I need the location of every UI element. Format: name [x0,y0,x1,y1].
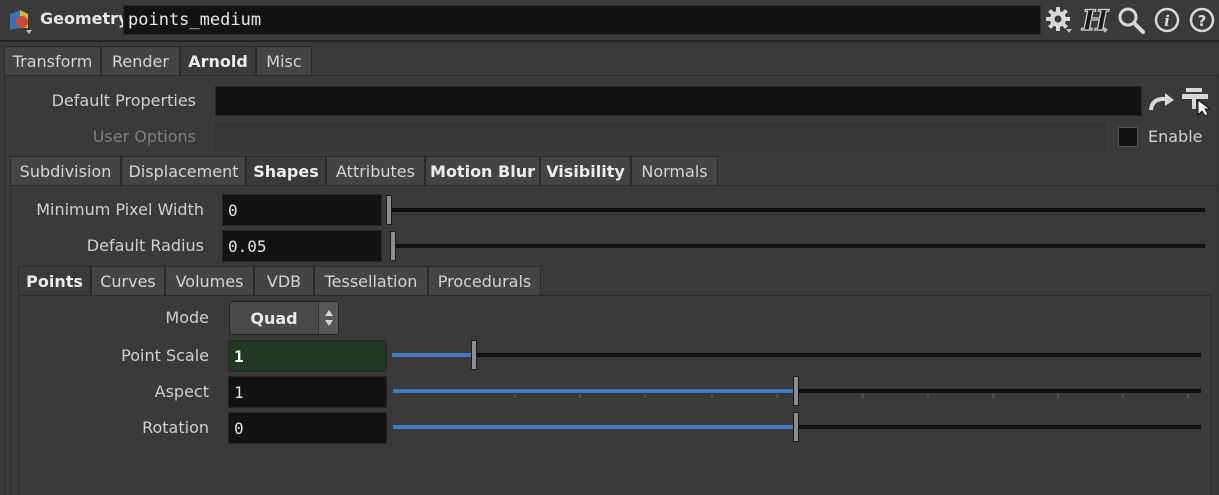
tab-volumes[interactable]: Volumes [165,266,254,296]
default-properties-label: Default Properties [51,91,196,110]
aspect-slider-handle[interactable] [793,376,799,406]
svg-text:?: ? [1198,12,1207,30]
header-divider [0,40,1219,42]
point-scale-slider-fill [392,353,472,357]
houdini-h-icon[interactable]: H [1080,5,1110,35]
mode-dropdown[interactable]: Quad [229,301,339,335]
tab-motion-blur[interactable]: Motion Blur [425,156,540,186]
min-pixel-width-field[interactable]: 0 [222,194,382,226]
default-radius-slider[interactable] [392,244,1205,248]
node-name-field[interactable]: points_medium [123,5,1041,35]
mode-label: Mode [165,308,209,327]
geometry-node-icon[interactable] [6,6,36,36]
svg-text:i: i [1164,12,1170,30]
default-radius-slider-handle[interactable] [390,231,396,261]
aspect-label: Aspect [154,382,209,401]
search-icon[interactable] [1116,5,1146,35]
tab-misc[interactable]: Misc [256,46,312,76]
rotation-slider-fill [393,425,795,429]
tab-subdivision[interactable]: Subdivision [10,156,121,186]
tab-shapes[interactable]: Shapes [246,156,326,186]
enable-label: Enable [1148,127,1203,146]
default-properties-field[interactable] [215,86,1142,116]
min-pixel-width-slider[interactable] [388,208,1205,212]
tab-render[interactable]: Render [101,46,180,76]
parameter-header: Geometry points_medium H i ? [0,0,1219,40]
tab-transform[interactable]: Transform [4,46,101,76]
tab-points[interactable]: Points [18,266,91,296]
tab-visibility[interactable]: Visibility [540,156,631,186]
point-scale-label: Point Scale [121,346,209,365]
default-radius-field[interactable]: 0.05 [222,230,382,262]
tab-arnold[interactable]: Arnold [180,46,256,76]
gear-icon[interactable] [1044,5,1074,35]
tab-vdb[interactable]: VDB [254,266,314,296]
node-type-label: Geometry [40,9,129,28]
redo-arrow-icon[interactable] [1148,90,1176,114]
rotation-slider-handle[interactable] [793,412,799,442]
aspect-slider-fill [393,389,795,393]
tab-normals[interactable]: Normals [631,156,718,186]
pin-cursor-icon[interactable] [1180,86,1214,116]
tab-displacement[interactable]: Displacement [121,156,246,186]
mode-dropdown-value: Quad [250,308,298,328]
point-scale-field[interactable]: 1 [228,340,387,372]
tab-curves[interactable]: Curves [91,266,165,296]
user-options-field[interactable] [215,122,1106,152]
tab-attributes[interactable]: Attributes [326,156,425,186]
rotation-label: Rotation [142,418,209,437]
rotation-field[interactable]: 0 [228,412,387,444]
info-icon[interactable]: i [1152,5,1182,35]
user-options-label: User Options [92,127,196,146]
aspect-field[interactable]: 1 [228,376,387,408]
default-radius-label: Default Radius [86,236,204,255]
tab-procedurals[interactable]: Procedurals [428,266,541,296]
point-scale-slider-handle[interactable] [471,340,477,370]
point-scale-slider[interactable] [392,353,1201,357]
dropdown-arrows-icon [318,302,338,334]
tab-tessellation[interactable]: Tessellation [314,266,428,296]
enable-checkbox[interactable] [1118,127,1138,147]
help-icon[interactable]: ? [1187,5,1217,35]
min-pixel-width-label: Minimum Pixel Width [36,200,204,219]
min-pixel-width-slider-handle[interactable] [386,195,392,225]
